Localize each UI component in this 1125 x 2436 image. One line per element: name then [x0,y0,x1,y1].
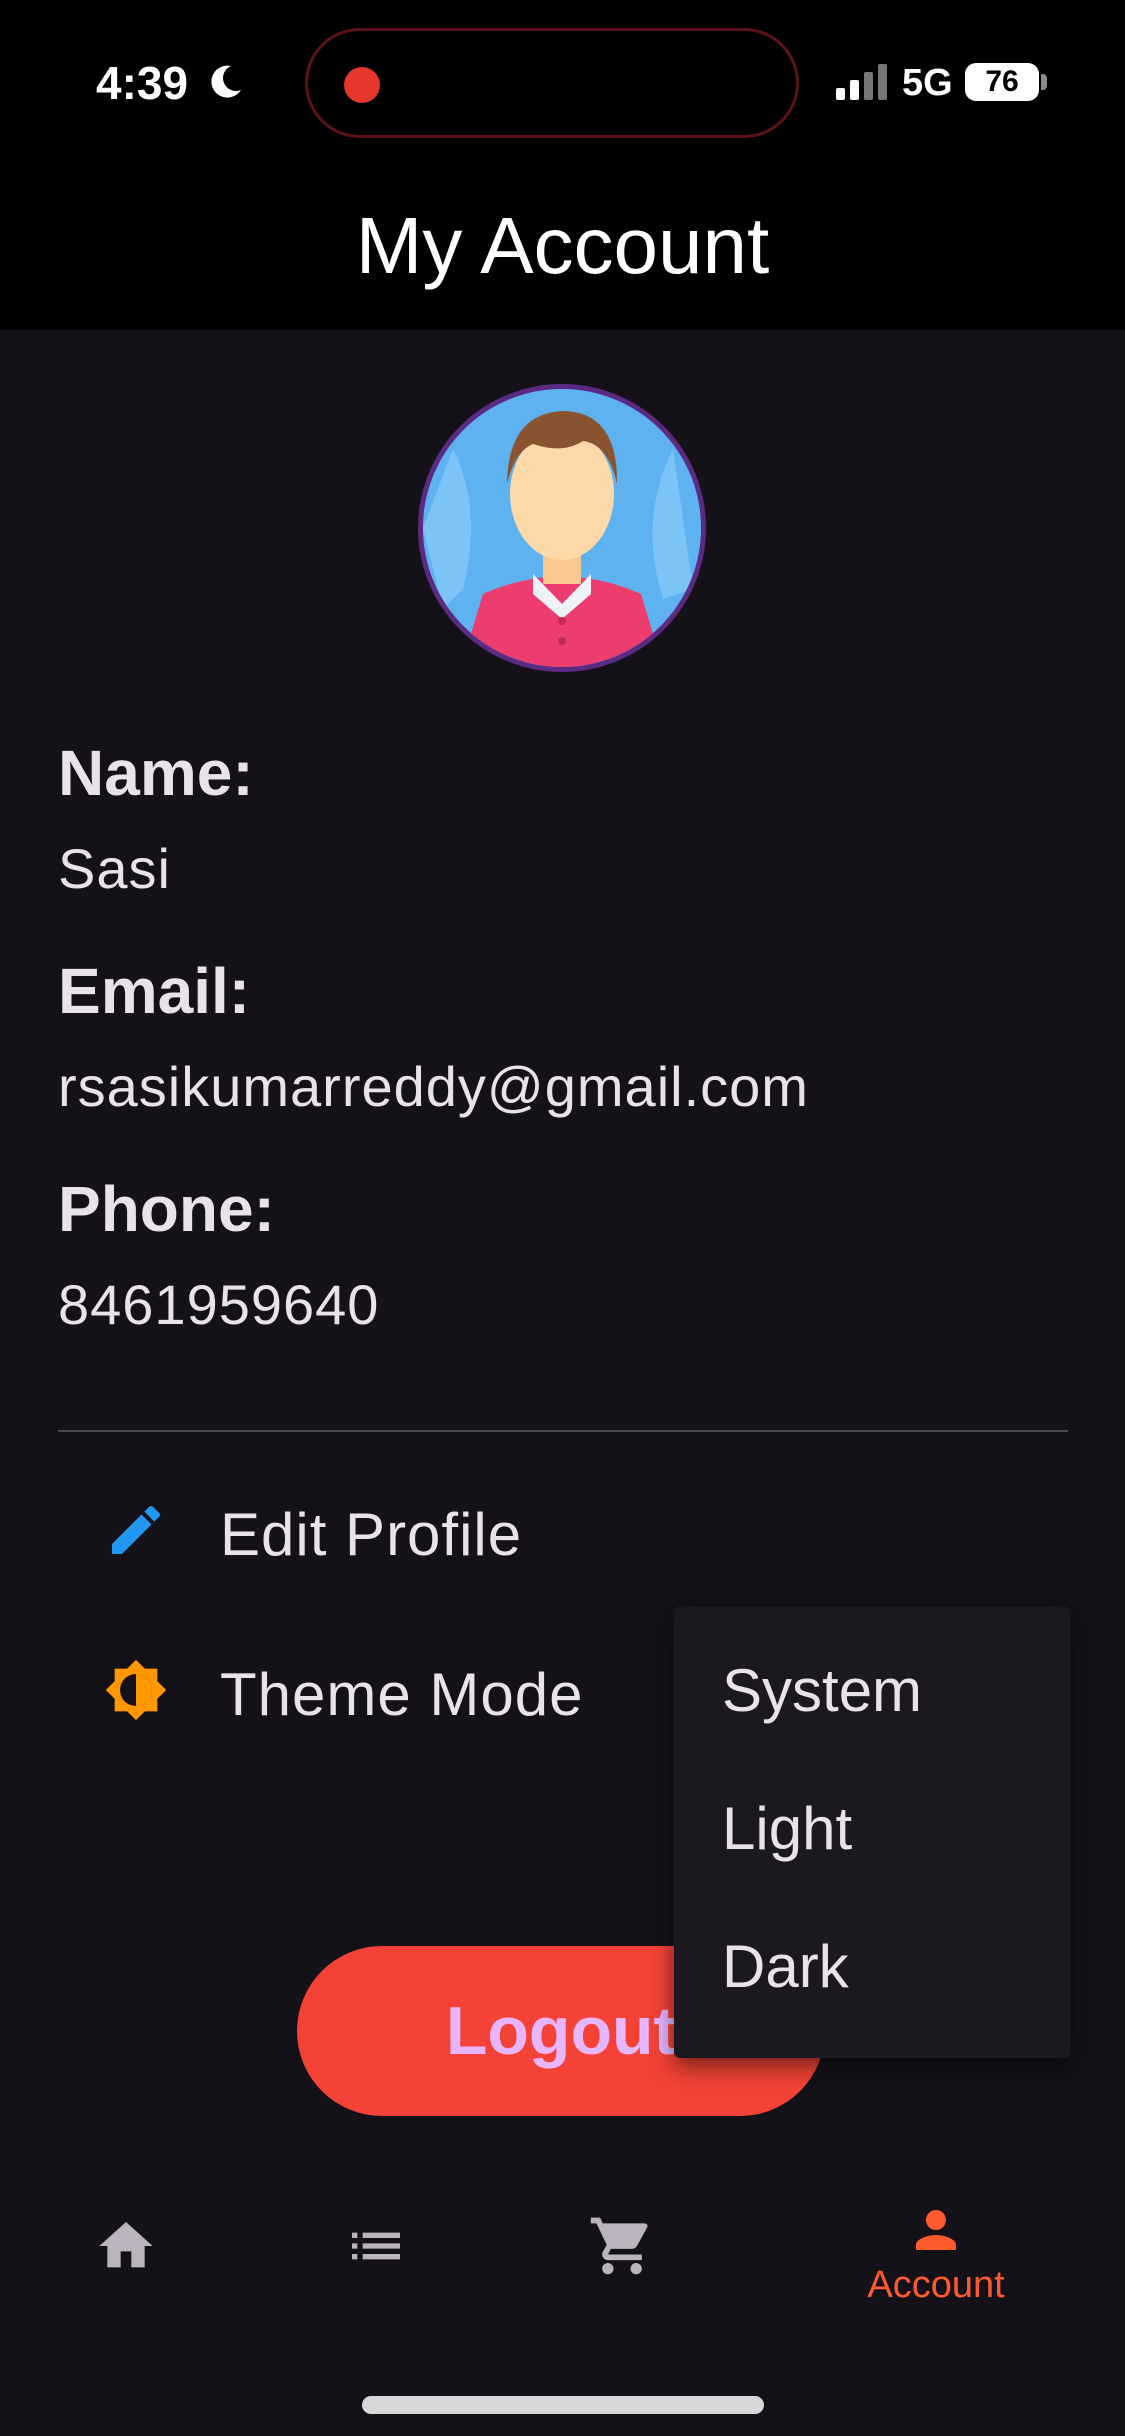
theme-mode-label: Theme Mode [220,1661,584,1728]
nav-list[interactable] [276,2200,476,2320]
moon-icon [211,65,241,98]
nav-account-label: Account [867,2264,1005,2306]
edit-profile-label: Edit Profile [220,1501,523,1568]
network-label: 5G [902,62,953,104]
phone-label: Phone: [58,1173,275,1245]
status-time: 4:39 [96,57,189,109]
theme-option-light[interactable]: Light [722,1794,852,1863]
theme-option-dark[interactable]: Dark [722,1932,849,2001]
theme-dropdown-menu: System Light Dark [674,1606,1070,2058]
dynamic-island [305,28,799,138]
recording-dot-icon [344,67,380,103]
signal-icon [836,64,887,100]
nav-account[interactable]: Account [836,2200,1036,2320]
nav-cart[interactable] [522,2200,722,2320]
cart-icon [590,2217,648,2275]
page-title: My Account [355,201,770,290]
edit-profile-row[interactable]: Edit Profile [58,1456,1068,1606]
avatar [418,384,706,672]
email-value: rsasikumarreddy@gmail.com [58,1055,809,1118]
email-label: Email: [58,955,251,1027]
name-value: Sasi [58,837,171,900]
home-indicator[interactable] [362,2396,764,2414]
phone-value: 8461959640 [58,1273,380,1336]
person-icon [916,2210,956,2250]
battery-cap [1041,74,1047,90]
battery-icon: 76 [965,63,1039,101]
brightness-icon [105,1659,167,1721]
pencil-icon [112,1505,160,1554]
list-icon [352,2232,400,2260]
nav-home[interactable] [26,2200,226,2320]
divider [58,1430,1068,1432]
top-bar: 4:39 5G 76 My Account [0,0,1125,330]
theme-option-system[interactable]: System [722,1656,922,1725]
avatar-illustration [423,389,701,667]
home-icon [99,2222,153,2268]
name-label: Name: [58,737,254,809]
